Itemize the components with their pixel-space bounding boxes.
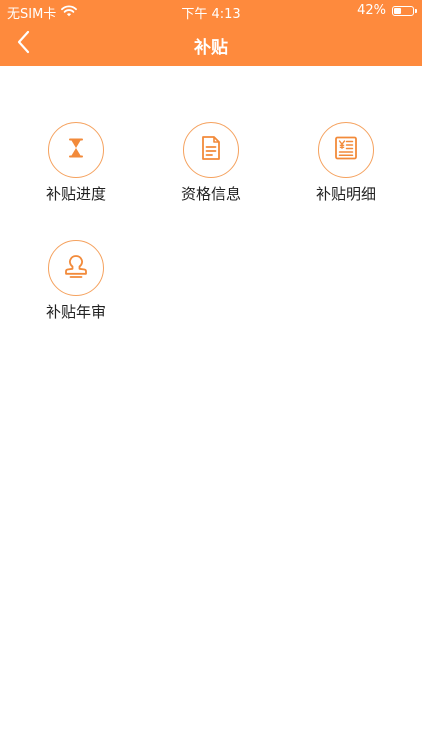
menu-item-details[interactable]: 补贴明细 <box>276 122 416 204</box>
page-title: 补贴 <box>194 38 228 58</box>
icon-circle <box>183 122 239 178</box>
menu-item-progress[interactable]: 补贴进度 <box>6 122 146 204</box>
stamp-icon <box>63 253 89 283</box>
battery-tip <box>415 8 417 13</box>
menu-item-label: 资格信息 <box>180 185 241 203</box>
menu-item-label: 补贴进度 <box>45 185 106 203</box>
menu-item-label: 补贴明细 <box>315 185 376 203</box>
battery-level <box>394 7 401 14</box>
icon-circle <box>48 122 104 178</box>
menu-item-annual-review[interactable]: 补贴年审 <box>6 240 146 322</box>
icon-circle <box>318 122 374 178</box>
battery-percent: 42% <box>357 3 386 18</box>
status-bar: 无SIM卡 下午 4:13 42% <box>0 0 422 22</box>
hourglass-icon <box>64 136 88 164</box>
header: 无SIM卡 下午 4:13 42% 补贴 <box>0 0 422 66</box>
document-icon <box>199 135 223 165</box>
nav-bar: 补贴 <box>0 22 422 66</box>
receipt-yuan-icon <box>333 135 359 165</box>
icon-circle <box>48 240 104 296</box>
status-right: 42% <box>357 3 417 18</box>
menu-item-label: 补贴年审 <box>45 303 106 321</box>
battery-icon <box>392 5 417 16</box>
menu-item-eligibility[interactable]: 资格信息 <box>141 122 281 204</box>
